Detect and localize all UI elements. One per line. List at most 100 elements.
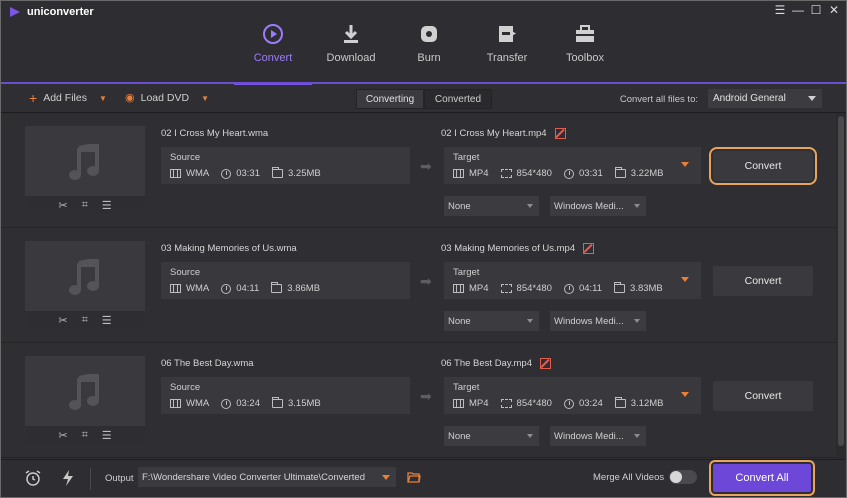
trim-icon[interactable]: ✂ [58, 314, 67, 327]
add-files-button[interactable]: + Add Files ▼ [29, 91, 107, 105]
format-icon [170, 399, 181, 408]
convert-all-button[interactable]: Convert All [709, 460, 815, 496]
source-filename: 02 I Cross My Heart.wma [161, 128, 268, 139]
tab-transfer[interactable]: Transfer [468, 1, 546, 85]
trim-icon[interactable]: ✂ [58, 429, 67, 442]
target-info[interactable]: Target MP4 854*480 04:11 3.83MB [444, 262, 701, 299]
audio-dropdown[interactable]: Windows Medi... [550, 311, 646, 331]
folder-icon [272, 167, 283, 178]
bottom-bar: Output F:\Wondershare Video Converter Ul… [1, 459, 846, 497]
tab-convert[interactable]: Convert [234, 1, 312, 85]
maximize-icon[interactable]: ☐ [810, 3, 822, 17]
source-size: 3.86MB [287, 283, 321, 294]
minimize-icon[interactable]: — [792, 3, 804, 17]
target-duration: 04:11 [578, 283, 603, 294]
target-info[interactable]: Target MP4 854*480 03:31 3.22MB [444, 147, 701, 184]
output-format-value: Android General [713, 93, 786, 104]
clock-icon [221, 168, 232, 179]
audio-dropdown[interactable]: Windows Medi... [550, 196, 646, 216]
target-resolution: 854*480 [516, 398, 552, 409]
subtitle-dropdown[interactable]: None [444, 426, 539, 446]
trim-icon[interactable]: ✂ [58, 199, 67, 212]
convert-icon [263, 24, 283, 44]
file-thumbnail: ✂ ⌗ ☰ [25, 126, 145, 214]
output-format-dropdown[interactable]: Android General [708, 89, 822, 108]
source-label: Source [170, 152, 201, 163]
load-dvd-dropdown-icon[interactable]: ▼ [201, 94, 209, 103]
subtitle-dropdown[interactable]: None [444, 311, 539, 331]
format-icon [453, 399, 464, 408]
target-filename-text: 03 Making Memories of Us.mp4 [441, 243, 576, 254]
effects-icon[interactable]: ☰ [102, 429, 112, 442]
load-dvd-button[interactable]: ◉ Load DVD ▼ [125, 92, 209, 104]
merge-all-label: Merge All Videos [593, 472, 665, 483]
convert-button[interactable]: Convert [713, 266, 813, 296]
folder-icon [271, 282, 283, 293]
tab-download[interactable]: Download [312, 1, 390, 85]
source-format: WMA [186, 283, 210, 294]
alarm-clock-icon[interactable] [25, 470, 41, 486]
source-info: Source WMA 03:24 3.15MB [161, 377, 410, 414]
target-info[interactable]: Target MP4 854*480 03:24 3.12MB [444, 377, 701, 414]
effects-icon[interactable]: ☰ [102, 314, 112, 327]
resolution-icon [500, 284, 512, 293]
scrollbar-thumb[interactable] [838, 116, 844, 446]
app-logo: uniconverter [9, 6, 94, 18]
tab-converted[interactable]: Converted [424, 89, 492, 109]
target-filename: 02 I Cross My Heart.mp4 [441, 128, 566, 139]
target-size: 3.12MB [630, 398, 664, 409]
resolution-icon [500, 169, 512, 178]
app-title: uniconverter [27, 6, 94, 18]
thumbnail-tools: ✂ ⌗ ☰ [25, 426, 145, 444]
dvd-icon: ◉ [125, 92, 135, 104]
source-filename: 03 Making Memories of Us.wma [161, 243, 297, 254]
clock-icon [563, 398, 574, 409]
tab-converting[interactable]: Converting [356, 89, 424, 109]
open-folder-icon[interactable] [407, 471, 421, 483]
tab-toolbox[interactable]: Toolbox [546, 1, 624, 85]
tab-transfer-label: Transfer [486, 52, 528, 64]
target-size: 3.22MB [630, 168, 664, 179]
effects-icon[interactable]: ☰ [102, 199, 112, 212]
target-label: Target [453, 152, 480, 163]
menu-icon[interactable]: ☰ [774, 3, 786, 17]
audio-value: Windows Medi... [554, 430, 624, 442]
tab-burn[interactable]: Burn [390, 1, 468, 85]
thumbnail-tools: ✂ ⌗ ☰ [25, 311, 145, 329]
target-resolution: 854*480 [516, 168, 552, 179]
list-scrollbar[interactable] [836, 114, 846, 459]
output-path-dropdown[interactable]: F:\Wondershare Video Converter Ultimate\… [138, 467, 396, 487]
audio-dropdown[interactable]: Windows Medi... [550, 426, 646, 446]
edit-icon[interactable] [583, 243, 595, 254]
format-icon [453, 284, 464, 293]
crop-icon[interactable]: ⌗ [82, 314, 88, 327]
format-icon [170, 169, 181, 178]
target-filename-text: 02 I Cross My Heart.mp4 [441, 128, 547, 139]
target-dropdown-icon[interactable] [681, 162, 689, 167]
source-format: WMA [186, 168, 210, 179]
close-icon[interactable]: ✕ [828, 3, 840, 17]
merge-all-toggle[interactable] [669, 470, 697, 484]
crop-icon[interactable]: ⌗ [82, 199, 88, 212]
crop-icon[interactable]: ⌗ [82, 429, 88, 442]
source-format: WMA [186, 398, 210, 409]
subtitle-value: None [448, 430, 471, 442]
toolbox-icon [576, 25, 594, 42]
add-files-dropdown-icon[interactable]: ▼ [99, 94, 107, 103]
edit-icon[interactable] [554, 128, 566, 139]
lightning-icon[interactable] [61, 470, 75, 486]
tab-burn-label: Burn [417, 52, 441, 64]
format-icon [453, 169, 464, 178]
edit-icon[interactable] [540, 358, 552, 369]
resolution-icon [500, 399, 512, 408]
subtitle-dropdown[interactable]: None [444, 196, 539, 216]
convert-button[interactable]: Convert [713, 381, 813, 411]
target-dropdown-icon[interactable] [681, 392, 689, 397]
target-dropdown-icon[interactable] [681, 277, 689, 282]
chevron-down-icon [527, 204, 533, 208]
window-controls: ☰ — ☐ ✕ [774, 3, 840, 17]
toolbar: + Add Files ▼ ◉ Load DVD ▼ Converting Co… [1, 85, 846, 113]
file-item: ✂ ⌗ ☰ 03 Making Memories of Us.wma Sourc… [1, 229, 836, 343]
clock-icon [563, 168, 574, 179]
convert-button[interactable]: Convert [709, 147, 817, 185]
